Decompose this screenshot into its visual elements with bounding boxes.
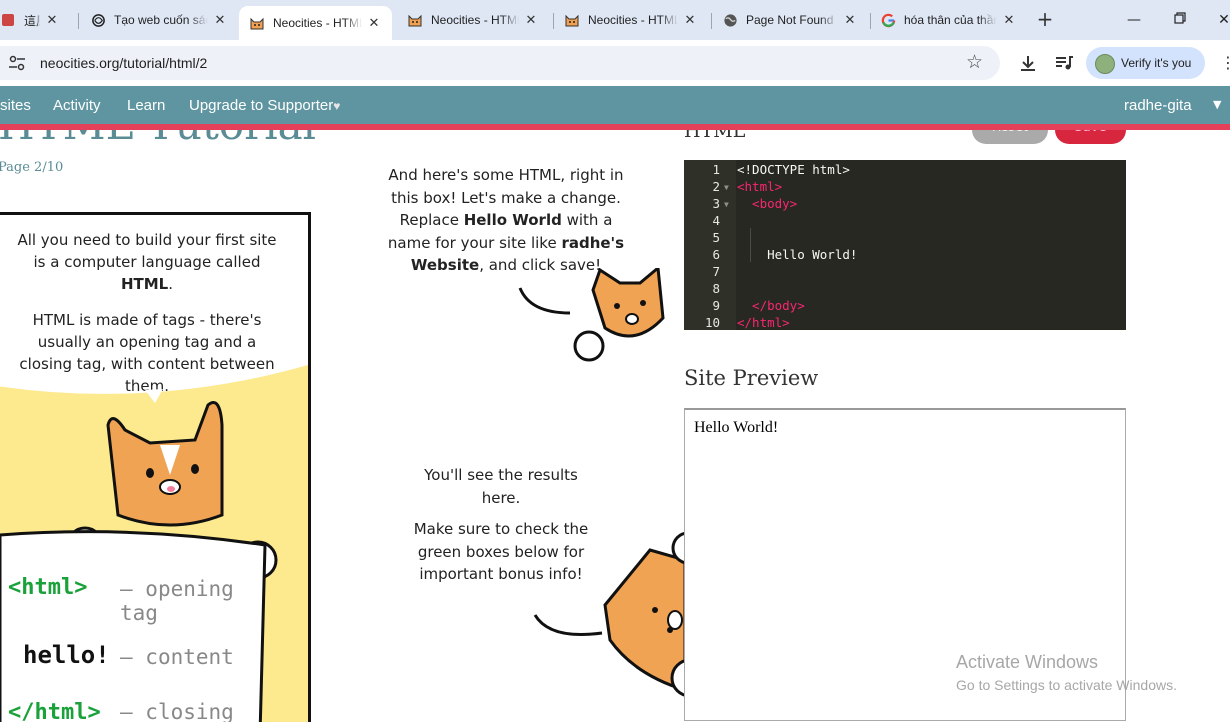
restore-icon[interactable] xyxy=(1168,8,1192,32)
browser-tab-strip: 這風了頁我 ✕ Tạo web cuốn sách ✕ Neocities - … xyxy=(0,0,1230,40)
chevron-down-icon[interactable]: ▼ xyxy=(1213,98,1221,111)
google-icon xyxy=(880,12,896,28)
line-number: 8 xyxy=(712,281,720,296)
code-line[interactable]: <html> xyxy=(737,179,782,194)
browser-tab[interactable]: hóa thân của thần ✕ xyxy=(870,6,1027,34)
browser-tab[interactable]: 這風了頁我 ✕ xyxy=(0,6,70,34)
comic-text-intro: All you need to build your first site is… xyxy=(17,231,277,293)
line-number: 6 xyxy=(712,247,720,262)
page-content: HTML Tutorial Page 2/10 All you need to … xyxy=(0,130,1230,722)
page-number: Page 2/10 xyxy=(0,160,64,175)
nav-sites[interactable]: sites xyxy=(0,97,31,114)
neocities-cat-icon xyxy=(564,12,580,28)
fold-arrow-icon[interactable]: ▼ xyxy=(724,183,729,192)
sign-opening-tag: <html> xyxy=(8,575,88,600)
page-title: HTML Tutorial xyxy=(0,130,316,149)
sign-closing-desc: — closing xyxy=(120,700,234,722)
browser-tab[interactable]: Neocities - HTML ✕ xyxy=(554,6,708,34)
close-tab-icon[interactable]: ✕ xyxy=(682,12,698,28)
line-number: 5 xyxy=(712,230,720,245)
code-editor[interactable]: 1 <!DOCTYPE html> 2 ▼ <html> 3 ▼ <body> 4 5 6 Hel… xyxy=(684,160,1126,330)
comic-panel: All you need to build your first site is… xyxy=(0,212,311,722)
site-preview-frame[interactable]: Hello World! xyxy=(684,408,1126,721)
code-line[interactable]: <!DOCTYPE html> xyxy=(737,162,850,177)
activate-windows-subtitle: Go to Settings to activate Windows. xyxy=(956,677,1177,693)
minimize-icon[interactable]: — xyxy=(1122,8,1146,32)
browser-tab[interactable]: Tạo web cuốn sách ✕ xyxy=(80,6,238,34)
generic-tab-icon xyxy=(0,12,16,28)
browser-menu-icon[interactable]: ⋮ xyxy=(1220,53,1230,73)
neocities-cat-icon xyxy=(407,12,423,28)
sign-content-desc: — content xyxy=(120,645,234,669)
tab-title: Neocities - HTML xyxy=(273,16,362,30)
indent-guide xyxy=(750,228,751,262)
tab-title: Page Not Found xyxy=(746,13,834,27)
profile-label: Verify it's you xyxy=(1121,56,1192,70)
sign-content: hello! xyxy=(23,641,110,669)
sign-opening-desc: — opening tag xyxy=(120,577,234,625)
media-control-icon[interactable] xyxy=(1054,53,1074,73)
nav-upgrade[interactable]: Upgrade to Supporter♥ xyxy=(189,97,340,114)
line-number: 9 xyxy=(712,298,720,313)
reset-button[interactable]: Reset xyxy=(972,130,1048,144)
heart-icon: ♥ xyxy=(333,99,341,113)
tab-title: 這風了頁我 xyxy=(24,13,40,28)
code-line[interactable]: <body> xyxy=(737,196,797,211)
line-number: 10 xyxy=(704,315,720,330)
preview-label: Site Preview xyxy=(684,366,819,390)
browser-toolbar: neocities.org/tutorial/html/2 ☆ Verify i… xyxy=(0,40,1230,86)
line-number: 1 xyxy=(712,162,720,177)
tab-title: hóa thân của thần xyxy=(904,13,997,27)
address-bar[interactable]: neocities.org/tutorial/html/2 ☆ xyxy=(0,46,1000,80)
browser-tab[interactable]: Page Not Found ✕ xyxy=(712,6,868,34)
url-text[interactable]: neocities.org/tutorial/html/2 xyxy=(40,55,207,71)
close-tab-icon[interactable]: ✕ xyxy=(212,12,228,28)
close-tab-icon[interactable]: ✕ xyxy=(366,15,382,31)
globe-icon xyxy=(722,12,738,28)
avatar xyxy=(1095,54,1115,74)
editor-label: HTML xyxy=(684,130,746,142)
code-line[interactable]: Hello World! xyxy=(737,247,857,262)
close-window-icon[interactable]: ✕ xyxy=(1212,8,1230,32)
close-tab-icon[interactable]: ✕ xyxy=(1001,12,1017,28)
nav-activity[interactable]: Activity xyxy=(53,97,101,114)
close-tab-icon[interactable]: ✕ xyxy=(44,12,60,28)
site-nav-bar: sites Activity Learn Upgrade to Supporte… xyxy=(0,86,1230,124)
cat-peeking-illustration-top xyxy=(518,268,665,362)
close-tab-icon[interactable]: ✕ xyxy=(523,12,539,28)
save-button[interactable]: Save xyxy=(1055,130,1126,144)
preview-content: Hello World! xyxy=(694,419,779,436)
activate-windows-title: Activate Windows xyxy=(956,652,1099,672)
code-line[interactable]: </html> xyxy=(737,315,790,330)
new-tab-button[interactable]: + xyxy=(1033,8,1057,32)
neocities-cat-icon xyxy=(249,15,265,31)
tab-title: Neocities - HTML xyxy=(431,13,519,27)
download-icon[interactable] xyxy=(1018,53,1038,73)
tab-title: Tạo web cuốn sách xyxy=(114,13,208,27)
nav-upgrade-label: Upgrade to Supporter xyxy=(189,97,334,114)
nav-learn[interactable]: Learn xyxy=(127,97,165,114)
nav-user-menu[interactable]: radhe-gita xyxy=(1124,97,1192,114)
close-tab-icon[interactable]: ✕ xyxy=(842,12,858,28)
chatgpt-icon xyxy=(90,12,106,28)
profile-verify-button[interactable]: Verify it's you xyxy=(1086,47,1205,79)
line-number: 3 xyxy=(712,196,720,211)
browser-tab[interactable]: Neocities - HTML ✕ xyxy=(397,6,549,34)
sign-closing-tag: </html> xyxy=(8,700,101,722)
code-line[interactable]: </body> xyxy=(737,298,805,313)
bookmark-star-icon[interactable]: ☆ xyxy=(966,51,983,73)
line-number: 2 xyxy=(712,179,720,194)
tab-title: Neocities - HTML xyxy=(588,13,678,27)
browser-tab-active[interactable]: Neocities - HTML ✕ xyxy=(239,6,392,40)
line-number: 4 xyxy=(712,213,720,228)
line-number: 7 xyxy=(712,264,720,279)
site-settings-icon[interactable] xyxy=(8,55,26,71)
fold-arrow-icon[interactable]: ▼ xyxy=(724,200,729,209)
